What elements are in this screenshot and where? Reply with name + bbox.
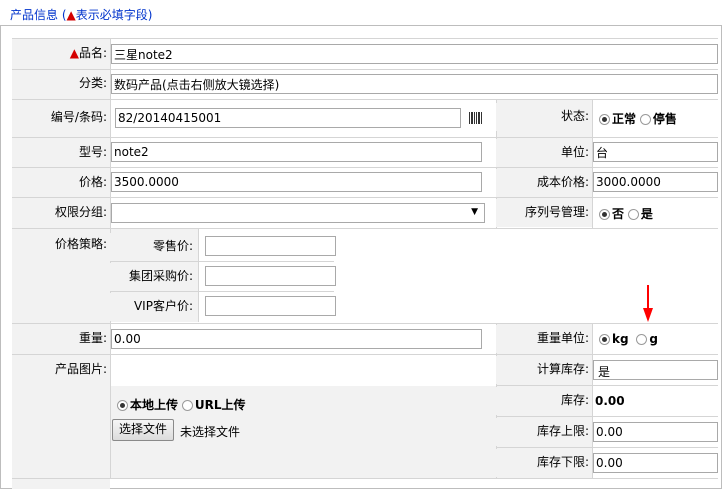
vip-price-input[interactable]	[205, 296, 336, 316]
status-option-normal: 正常	[612, 112, 637, 126]
code-label: 编号/条码:	[12, 104, 110, 132]
row-line	[110, 291, 334, 292]
upload-option-url: URL上传	[194, 398, 246, 412]
category-input[interactable]	[111, 74, 718, 94]
col-line	[592, 99, 593, 228]
row-line	[496, 447, 718, 448]
weight-unit-radio-g[interactable]	[636, 334, 648, 345]
weight-unit-radio-group: kg g	[599, 332, 658, 346]
row-line	[12, 99, 718, 100]
section-title: 产品信息	[10, 8, 59, 22]
status-option-discontinued: 停售	[652, 112, 677, 126]
cost-input[interactable]	[593, 172, 718, 192]
status-label: 状态:	[496, 103, 592, 131]
stock-min-label: 库存下限:	[496, 449, 592, 477]
serial-option-no: 否	[612, 207, 625, 221]
row-line	[12, 167, 718, 168]
weight-unit-label: 重量单位:	[496, 325, 592, 353]
vip-price-label: VIP客户价:	[110, 293, 196, 321]
retail-price-input[interactable]	[205, 236, 336, 256]
name-input[interactable]	[111, 44, 718, 64]
required-mark: ▲	[69, 46, 79, 60]
serial-radio-no[interactable]	[599, 209, 610, 220]
stock-max-label: 库存上限:	[496, 418, 592, 446]
required-note: (▲表示必填字段)	[61, 8, 153, 22]
stock-value: 0.00	[595, 394, 625, 408]
serial-radio-group: 否 是	[599, 205, 653, 222]
category-label: 分类:	[12, 70, 110, 98]
row-line	[12, 38, 718, 39]
calc-stock-value: 是	[598, 365, 611, 379]
row-line	[12, 323, 718, 324]
row-line	[12, 137, 718, 138]
group-price-label: 集团采购价:	[110, 263, 196, 291]
status-radio-group: 正常 停售	[599, 110, 677, 127]
calc-stock-label: 计算库存:	[496, 356, 592, 384]
group-price-input[interactable]	[205, 266, 336, 286]
name-label: ▲品名:	[12, 40, 110, 68]
serial-option-yes: 是	[640, 207, 653, 221]
section-legend: 产品信息 (▲表示必填字段)	[10, 6, 152, 23]
model-input[interactable]	[111, 142, 482, 162]
row-line	[12, 354, 718, 355]
weight-input[interactable]	[111, 329, 482, 349]
status-radio-normal[interactable]	[599, 114, 610, 125]
choose-file-button[interactable]: 选择文件	[112, 419, 175, 441]
serial-label: 序列号管理:	[496, 199, 592, 227]
col-line	[198, 229, 199, 322]
row-line	[12, 228, 718, 229]
upload-radio-url[interactable]	[181, 400, 193, 411]
price-label: 价格:	[12, 169, 110, 197]
cost-label: 成本价格:	[496, 169, 592, 197]
permission-select[interactable]: ▼	[111, 203, 485, 223]
weight-unit-radio-kg[interactable]	[599, 334, 610, 345]
row-line	[12, 197, 718, 198]
stock-label: 库存:	[496, 387, 592, 415]
no-file-text: 未选择文件	[180, 425, 241, 439]
row-line	[12, 69, 718, 70]
row-line	[110, 261, 334, 262]
price-input[interactable]	[111, 172, 482, 192]
stock-max-input[interactable]	[593, 422, 718, 442]
upload-mode-radio-group: 本地上传 URL上传	[117, 396, 245, 413]
upload-option-local: 本地上传	[130, 398, 179, 412]
status-radio-discontinued[interactable]	[639, 114, 651, 125]
weight-label: 重量:	[12, 325, 110, 353]
barcode-icon[interactable]	[468, 111, 482, 125]
model-label: 型号:	[12, 139, 110, 167]
image-label: 产品图片:	[12, 356, 110, 384]
annotation-arrow-icon	[643, 285, 653, 322]
calc-stock-select[interactable]: 是	[593, 360, 718, 380]
unit-input[interactable]	[593, 142, 718, 162]
row-line	[12, 478, 718, 479]
row-line	[496, 416, 718, 417]
row-line	[496, 385, 718, 386]
serial-radio-yes[interactable]	[627, 209, 639, 220]
code-input[interactable]	[115, 108, 461, 128]
weight-unit-option-kg: kg	[612, 332, 629, 346]
retail-price-label: 零售价:	[110, 233, 196, 261]
permission-label: 权限分组:	[12, 199, 110, 227]
chevron-down-icon: ▼	[471, 207, 478, 217]
unit-label: 单位:	[496, 139, 592, 167]
weight-unit-option-g: g	[649, 332, 658, 346]
strategy-label: 价格策略:	[12, 230, 110, 258]
stock-min-input[interactable]	[593, 453, 718, 473]
upload-radio-local[interactable]	[117, 400, 128, 411]
required-mark: ▲	[66, 8, 76, 22]
